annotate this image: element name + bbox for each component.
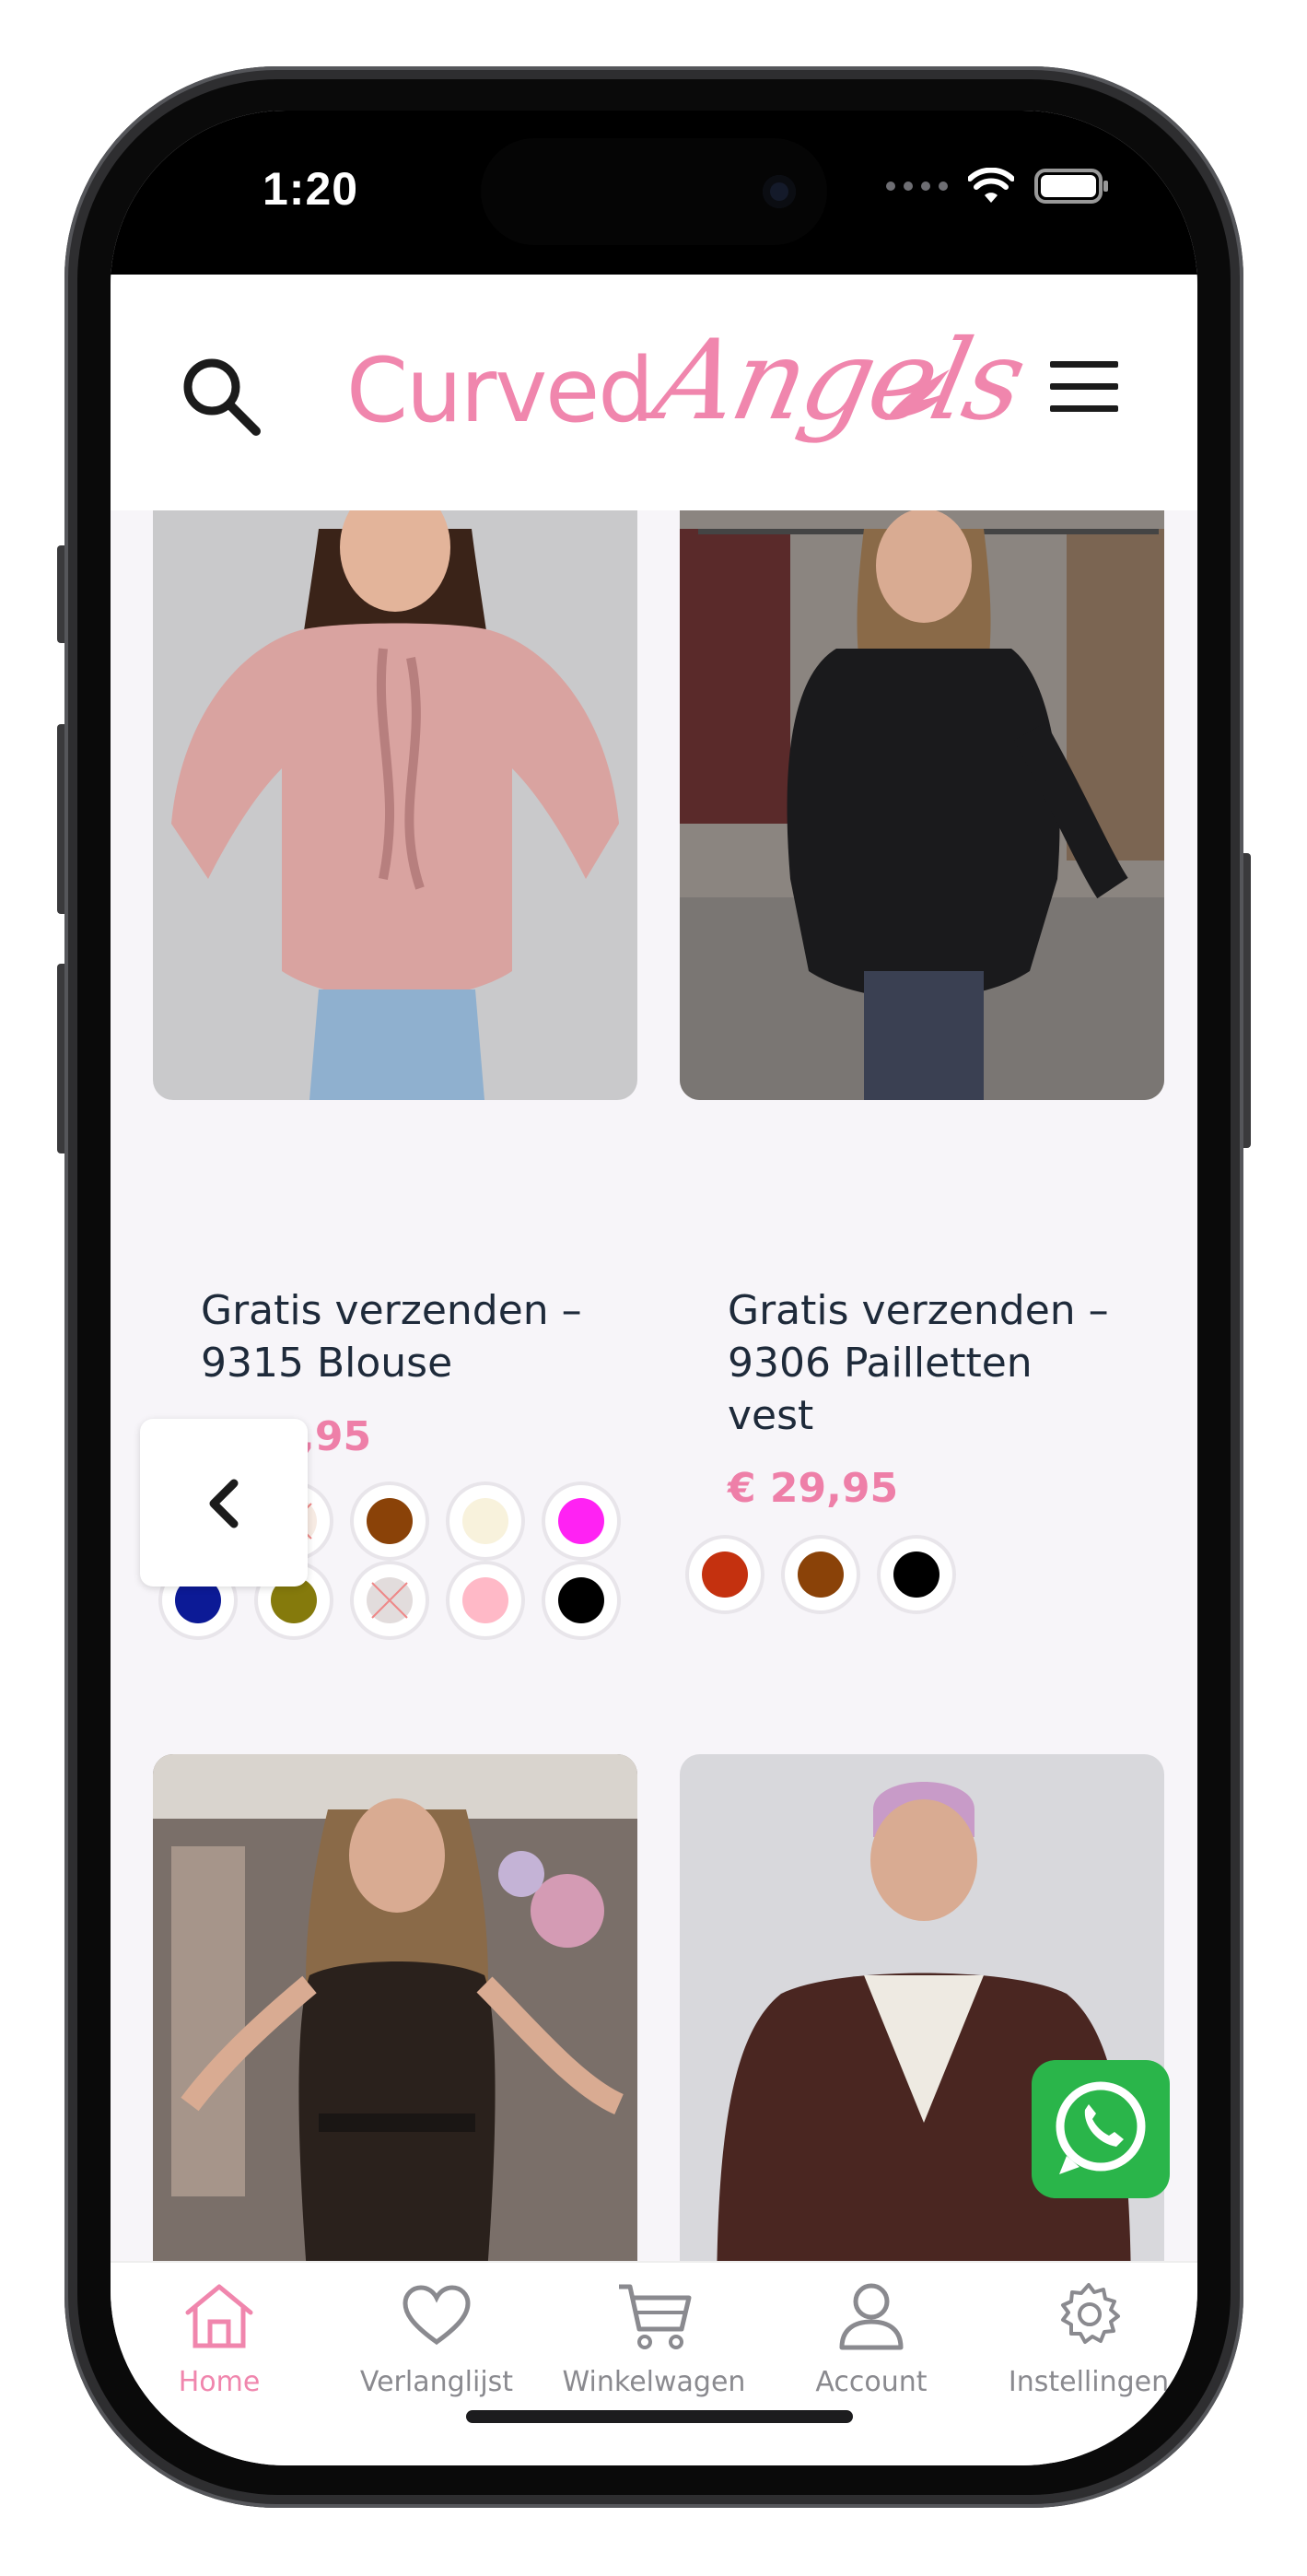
home-icon bbox=[185, 2284, 253, 2348]
search-icon[interactable] bbox=[177, 352, 269, 449]
app-header: Curved Angels bbox=[111, 275, 1197, 510]
brand-logo[interactable]: Curved Angels bbox=[346, 317, 1034, 455]
signal-icon bbox=[886, 181, 948, 191]
tab-account-label: Account bbox=[815, 2366, 928, 2398]
tab-home[interactable]: Home bbox=[111, 2263, 328, 2410]
back-button[interactable] bbox=[140, 1419, 308, 1587]
heart-icon bbox=[403, 2285, 471, 2346]
tab-settings-label: Instellingen bbox=[1008, 2366, 1170, 2398]
user-icon bbox=[839, 2283, 904, 2350]
battery-icon bbox=[1034, 169, 1108, 204]
tab-wishlist-label: Verlanglijst bbox=[359, 2366, 514, 2398]
color-swatch-unavailable[interactable] bbox=[354, 1564, 426, 1636]
status-icons bbox=[886, 168, 1110, 205]
hamburger-menu-icon[interactable] bbox=[1050, 361, 1118, 413]
product-price: € 29,95 bbox=[728, 1465, 899, 1512]
color-swatch-cream[interactable] bbox=[449, 1485, 521, 1557]
tab-cart-label: Winkelwagen bbox=[562, 2366, 746, 2398]
product-title[interactable]: Gratis verzenden – 9315 Blouse bbox=[201, 1284, 624, 1389]
product-title[interactable]: Gratis verzenden – 9306 Pailletten vest bbox=[728, 1284, 1124, 1442]
bottom-tab-bar: Home Verlanglijst Winkelwagen Account In… bbox=[111, 2261, 1197, 2465]
color-swatch-black[interactable] bbox=[881, 1539, 952, 1610]
color-swatch-red[interactable] bbox=[689, 1539, 761, 1610]
color-swatch-black[interactable] bbox=[545, 1564, 617, 1636]
tab-account[interactable]: Account bbox=[763, 2263, 980, 2410]
color-swatch-magenta[interactable] bbox=[545, 1485, 617, 1557]
cart-icon bbox=[619, 2284, 692, 2349]
wifi-icon bbox=[968, 168, 1014, 203]
product-image[interactable] bbox=[153, 510, 637, 1100]
wing-icon bbox=[885, 369, 950, 420]
tab-home-label: Home bbox=[178, 2366, 261, 2398]
product-image[interactable] bbox=[680, 510, 1164, 1100]
dynamic-island bbox=[481, 138, 827, 245]
product-image[interactable] bbox=[153, 1754, 637, 2261]
chevron-left-icon bbox=[209, 1479, 239, 1528]
tab-cart[interactable]: Winkelwagen bbox=[545, 2263, 763, 2410]
brand-logo-part1: Curved bbox=[346, 339, 654, 442]
color-swatch-brown[interactable] bbox=[785, 1539, 857, 1610]
home-indicator bbox=[466, 2410, 853, 2423]
brand-logo-part2: Angels bbox=[644, 317, 1034, 445]
status-time: 1:20 bbox=[263, 163, 359, 215]
color-swatch-brown[interactable] bbox=[354, 1485, 426, 1557]
product-grid: Gratis verzenden – 9315 Blouse € 24,95 G… bbox=[111, 510, 1197, 2261]
status-bar: 1:20 bbox=[111, 111, 1197, 275]
gear-icon bbox=[1061, 2283, 1120, 2344]
whatsapp-icon bbox=[1056, 2081, 1146, 2174]
whatsapp-button[interactable] bbox=[1032, 2060, 1170, 2198]
color-swatch-pink[interactable] bbox=[449, 1564, 521, 1636]
tab-wishlist[interactable]: Verlanglijst bbox=[328, 2263, 545, 2410]
screen: 1:20 Curved Angels Gratis verzenden – 93… bbox=[111, 111, 1197, 2465]
tab-settings[interactable]: Instellingen bbox=[980, 2263, 1197, 2410]
